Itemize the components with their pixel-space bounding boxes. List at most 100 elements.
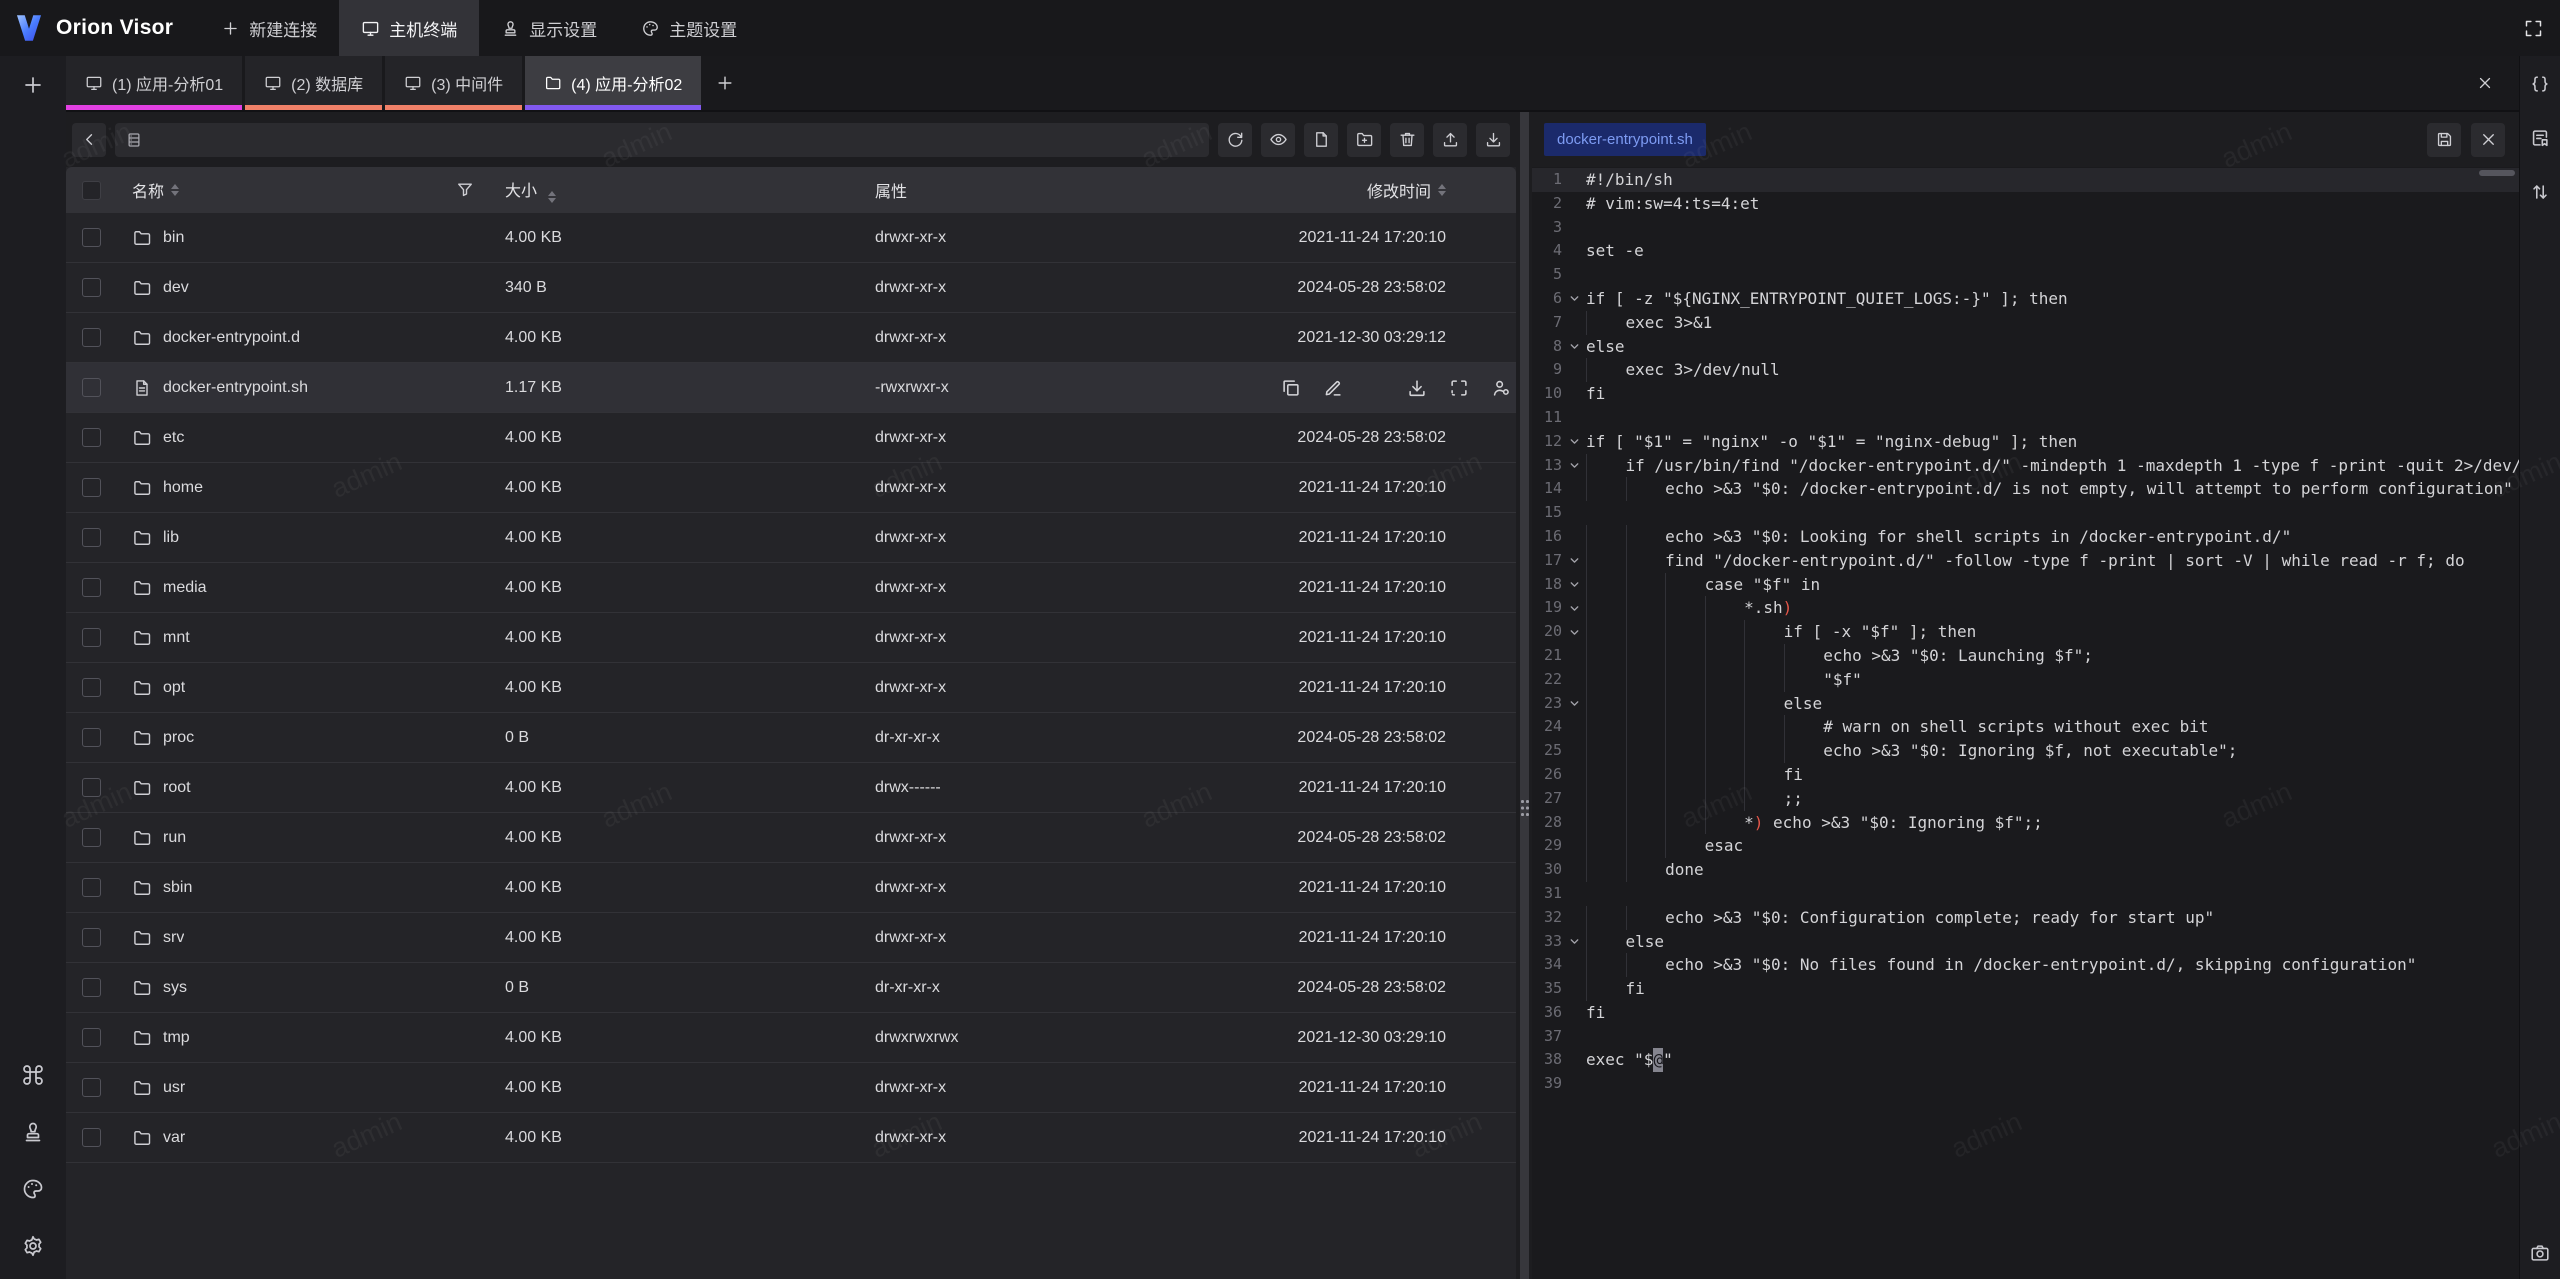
fullscreen-button[interactable] bbox=[2514, 9, 2552, 47]
row-checkbox[interactable] bbox=[82, 728, 101, 747]
sidebar-new-button[interactable] bbox=[16, 68, 50, 102]
new-tab-button[interactable] bbox=[701, 56, 749, 110]
code-editor[interactable]: 1#!/bin/sh2# vim:sw=4:ts=4:et34set -e56i… bbox=[1532, 167, 2519, 1279]
row-checkbox[interactable] bbox=[82, 578, 101, 597]
move-button[interactable] bbox=[1448, 377, 1470, 399]
owner-button[interactable] bbox=[1490, 377, 1512, 399]
code-line[interactable]: 26fi bbox=[1532, 763, 2519, 787]
copy-button[interactable] bbox=[1280, 377, 1302, 399]
code-line[interactable]: 19*.sh) bbox=[1532, 596, 2519, 620]
row-checkbox[interactable] bbox=[82, 1028, 101, 1047]
table-row[interactable]: etc4.00 KBdrwxr-xr-x2024-05-28 23:58:02 bbox=[66, 413, 1516, 463]
code-line[interactable]: 18case "$f" in bbox=[1532, 573, 2519, 597]
row-checkbox[interactable] bbox=[82, 328, 101, 347]
code-line[interactable]: 20if [ -x "$f" ]; then bbox=[1532, 620, 2519, 644]
code-line[interactable]: 33else bbox=[1532, 930, 2519, 954]
code-line[interactable]: 6if [ -z "${NGINX_ENTRYPOINT_QUIET_LOGS:… bbox=[1532, 287, 2519, 311]
editor-scrollbar[interactable] bbox=[2479, 170, 2515, 176]
row-checkbox[interactable] bbox=[82, 1078, 101, 1097]
code-line[interactable]: 36fi bbox=[1532, 1001, 2519, 1025]
row-checkbox[interactable] bbox=[82, 878, 101, 897]
menu-theme-settings[interactable]: 主题设置 bbox=[619, 0, 759, 56]
code-line[interactable]: 10fi bbox=[1532, 382, 2519, 406]
code-line[interactable]: 31 bbox=[1532, 882, 2519, 906]
refresh-button[interactable] bbox=[1218, 123, 1252, 157]
code-line[interactable]: 14echo >&3 "$0: /docker-entrypoint.d/ is… bbox=[1532, 477, 2519, 501]
row-checkbox[interactable] bbox=[82, 528, 101, 547]
code-line[interactable]: 7exec 3>&1 bbox=[1532, 311, 2519, 335]
table-row[interactable]: proc0 Bdr-xr-xr-x2024-05-28 23:58:02 bbox=[66, 713, 1516, 763]
row-checkbox[interactable] bbox=[82, 778, 101, 797]
edit-button[interactable] bbox=[1322, 377, 1344, 399]
table-row[interactable]: run4.00 KBdrwxr-xr-x2024-05-28 23:58:02 bbox=[66, 813, 1516, 863]
snippets-button[interactable] bbox=[2526, 124, 2554, 152]
code-line[interactable]: 35fi bbox=[1532, 977, 2519, 1001]
fold-toggle[interactable] bbox=[1562, 692, 1586, 716]
transfer-button[interactable] bbox=[2526, 178, 2554, 206]
code-line[interactable]: 2# vim:sw=4:ts=4:et bbox=[1532, 192, 2519, 216]
fold-toggle[interactable] bbox=[1562, 573, 1586, 597]
table-row[interactable]: srv4.00 KBdrwxr-xr-x2021-11-24 17:20:10 bbox=[66, 913, 1516, 963]
close-button[interactable] bbox=[2465, 56, 2505, 110]
menu-new-connection[interactable]: 新建连接 bbox=[199, 0, 339, 56]
table-row[interactable]: var4.00 KBdrwxr-xr-x2021-11-24 17:20:10 bbox=[66, 1113, 1516, 1163]
path-input[interactable] bbox=[115, 123, 1209, 157]
brand[interactable]: Orion Visor bbox=[0, 11, 199, 45]
menu-host-terminal[interactable]: 主机终端 bbox=[339, 0, 479, 56]
sort-mtime-toggle[interactable] bbox=[1438, 184, 1446, 197]
code-line[interactable]: 39 bbox=[1532, 1072, 2519, 1096]
row-checkbox[interactable] bbox=[82, 378, 101, 397]
code-line[interactable]: 15 bbox=[1532, 501, 2519, 525]
table-row[interactable]: media4.00 KBdrwxr-xr-x2021-11-24 17:20:1… bbox=[66, 563, 1516, 613]
open-file-badge[interactable]: docker-entrypoint.sh bbox=[1544, 123, 1706, 156]
fold-toggle[interactable] bbox=[1562, 549, 1586, 573]
sidebar-settings-button[interactable] bbox=[16, 1229, 50, 1263]
table-row[interactable]: home4.00 KBdrwxr-xr-x2021-11-24 17:20:10 bbox=[66, 463, 1516, 513]
table-row[interactable]: dev340 Bdrwxr-xr-x2024-05-28 23:58:02 bbox=[66, 263, 1516, 313]
fold-toggle[interactable] bbox=[1562, 287, 1586, 311]
table-row[interactable]: docker-entrypoint.sh1.17 KB-rwxrwxr-x bbox=[66, 363, 1516, 413]
row-checkbox[interactable] bbox=[82, 628, 101, 647]
code-line[interactable]: 23else bbox=[1532, 692, 2519, 716]
new-folder-button[interactable] bbox=[1347, 123, 1381, 157]
sort-name-toggle[interactable] bbox=[171, 184, 179, 197]
delete-button[interactable] bbox=[1390, 123, 1424, 157]
code-line[interactable]: 37 bbox=[1532, 1025, 2519, 1049]
sidebar-display-settings-button[interactable] bbox=[16, 1115, 50, 1149]
code-line[interactable]: 38exec "$@" bbox=[1532, 1048, 2519, 1072]
sort-size-toggle[interactable] bbox=[548, 191, 556, 204]
tab-1[interactable]: (1) 应用-分析01 bbox=[66, 56, 242, 110]
code-line[interactable]: 13if /usr/bin/find "/docker-entrypoint.d… bbox=[1532, 454, 2519, 478]
fold-toggle[interactable] bbox=[1562, 454, 1586, 478]
code-line[interactable]: 22"$f" bbox=[1532, 668, 2519, 692]
code-line[interactable]: 4set -e bbox=[1532, 239, 2519, 263]
table-row[interactable]: mnt4.00 KBdrwxr-xr-x2021-11-24 17:20:10 bbox=[66, 613, 1516, 663]
sidebar-theme-button[interactable] bbox=[16, 1172, 50, 1206]
row-checkbox[interactable] bbox=[82, 678, 101, 697]
code-line[interactable]: 16echo >&3 "$0: Looking for shell script… bbox=[1532, 525, 2519, 549]
code-line[interactable]: 24# warn on shell scripts without exec b… bbox=[1532, 715, 2519, 739]
code-line[interactable]: 5 bbox=[1532, 263, 2519, 287]
row-checkbox[interactable] bbox=[82, 478, 101, 497]
code-line[interactable]: 3 bbox=[1532, 216, 2519, 240]
code-line[interactable]: 12if [ "$1" = "nginx" -o "$1" = "nginx-d… bbox=[1532, 430, 2519, 454]
table-row[interactable]: tmp4.00 KBdrwxrwxrwx2021-12-30 03:29:10 bbox=[66, 1013, 1516, 1063]
close-editor-button[interactable] bbox=[2471, 123, 2505, 157]
code-line[interactable]: 1#!/bin/sh bbox=[1532, 168, 2519, 192]
variables-button[interactable] bbox=[2526, 70, 2554, 98]
code-line[interactable]: 11 bbox=[1532, 406, 2519, 430]
delete-button[interactable] bbox=[1364, 377, 1386, 399]
code-line[interactable]: 25echo >&3 "$0: Ignoring $f, not executa… bbox=[1532, 739, 2519, 763]
menu-display-settings[interactable]: 显示设置 bbox=[479, 0, 619, 56]
row-checkbox[interactable] bbox=[82, 428, 101, 447]
fold-toggle[interactable] bbox=[1562, 596, 1586, 620]
row-checkbox[interactable] bbox=[82, 978, 101, 997]
code-line[interactable]: 17find "/docker-entrypoint.d/" -follow -… bbox=[1532, 549, 2519, 573]
row-checkbox[interactable] bbox=[82, 828, 101, 847]
row-checkbox[interactable] bbox=[82, 228, 101, 247]
code-line[interactable]: 32echo >&3 "$0: Configuration complete; … bbox=[1532, 906, 2519, 930]
screenshot-button[interactable] bbox=[2526, 1239, 2554, 1267]
table-row[interactable]: bin4.00 KBdrwxr-xr-x2021-11-24 17:20:10 bbox=[66, 213, 1516, 263]
code-line[interactable]: 21echo >&3 "$0: Launching $f"; bbox=[1532, 644, 2519, 668]
filter-icon[interactable] bbox=[455, 180, 475, 200]
